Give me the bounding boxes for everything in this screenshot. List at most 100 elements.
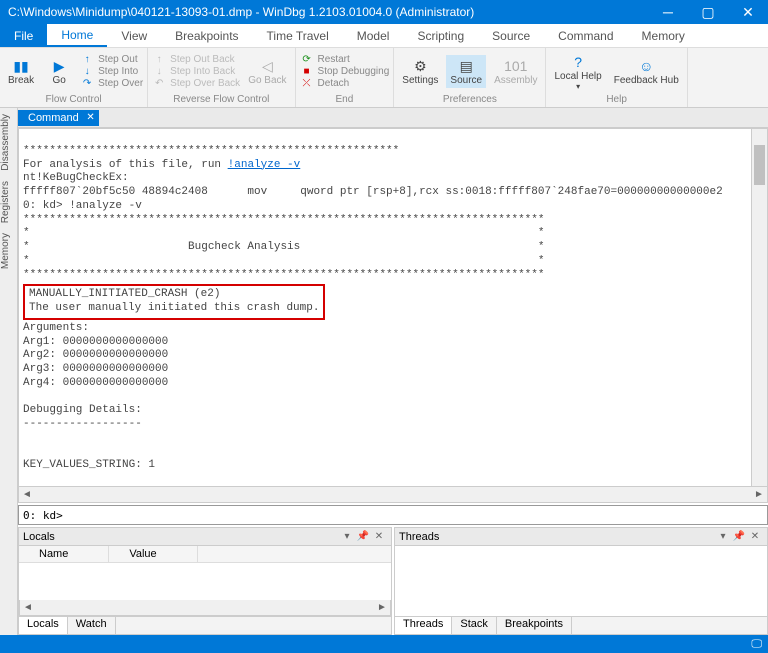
maximize-button[interactable]: ▢	[688, 0, 728, 24]
tab-breakpoints[interactable]: Breakpoints	[497, 617, 572, 634]
ribbon-group-prefs: ⚙Settings ▤Source 101Assembly Preference…	[394, 48, 546, 107]
ribbon-group-help: ?Local Help▾ ☺Feedback Hub Help	[546, 48, 687, 107]
step-over-button[interactable]: ↷Step Over	[80, 78, 143, 89]
panel-dropdown-icon[interactable]: ▾	[715, 531, 731, 542]
menu-file[interactable]: File	[0, 24, 47, 47]
help-icon: ?	[569, 53, 587, 71]
title-bar: C:\Windows\Minidump\040121-13093-01.dmp …	[0, 0, 768, 24]
scrollbar-thumb[interactable]	[754, 145, 765, 185]
sidetab-disassembly[interactable]: Disassembly	[0, 114, 17, 171]
locals-title: Locals	[23, 531, 339, 543]
step-out-back-button[interactable]: ↑Step Out Back	[152, 54, 240, 65]
locals-panel: Locals ▾ 📌 ✕ Name Value ◄► Locals Watch	[18, 527, 392, 635]
panel-close-icon[interactable]: ✕	[747, 531, 763, 542]
ribbon: ▮▮Break ▶Go ↑Step Out ↓Step Into ↷Step O…	[0, 48, 768, 108]
col-value[interactable]: Value	[109, 546, 197, 562]
settings-button[interactable]: ⚙Settings	[398, 55, 442, 88]
go-back-icon: ◁	[258, 57, 276, 75]
command-input[interactable]	[67, 509, 763, 522]
restart-icon: ⟳	[300, 54, 314, 65]
sidetab-registers[interactable]: Registers	[0, 181, 17, 223]
detach-icon: ⤫	[300, 78, 314, 89]
menu-bar: File Home View Breakpoints Time Travel M…	[0, 24, 768, 48]
stop-debugging-button[interactable]: ■Stop Debugging	[300, 66, 390, 77]
crash-highlight: MANUALLY_INITIATED_CRASH (e2) The user m…	[23, 284, 325, 320]
local-help-button[interactable]: ?Local Help▾	[550, 51, 605, 93]
scroll-left-icon[interactable]: ◄	[20, 602, 36, 613]
menu-home[interactable]: Home	[47, 24, 107, 47]
menu-timetravel[interactable]: Time Travel	[253, 24, 343, 47]
assembly-icon: 101	[507, 57, 525, 75]
chevron-down-icon: ▾	[576, 82, 580, 91]
step-into-back-button[interactable]: ↓Step Into Back	[152, 66, 240, 77]
source-icon: ▤	[457, 57, 475, 75]
command-tab[interactable]: Command✕	[18, 110, 99, 126]
step-into-icon: ↓	[80, 66, 94, 77]
restart-button[interactable]: ⟳Restart	[300, 54, 390, 65]
locals-columns: Name Value	[19, 546, 391, 563]
detach-button[interactable]: ⤫Detach	[300, 78, 390, 89]
command-output[interactable]: ****************************************…	[18, 128, 768, 487]
go-button[interactable]: ▶Go	[42, 55, 76, 88]
horizontal-scrollbar[interactable]: ◄ ►	[18, 487, 768, 503]
minimize-button[interactable]: ─	[648, 0, 688, 24]
locals-hscroll[interactable]: ◄►	[19, 600, 391, 616]
menu-model[interactable]: Model	[343, 24, 404, 47]
col-name[interactable]: Name	[19, 546, 109, 562]
step-over-icon: ↷	[80, 78, 94, 89]
main-area: Command✕ *******************************…	[18, 108, 768, 635]
ribbon-group-end: ⟳Restart ■Stop Debugging ⤫Detach End	[296, 48, 395, 107]
command-prompt: 0: kd>	[23, 509, 63, 522]
stop-icon: ■	[300, 66, 314, 77]
ribbon-prefs-label: Preferences	[398, 93, 541, 105]
command-input-row: 0: kd>	[18, 505, 768, 525]
pause-icon: ▮▮	[12, 57, 30, 75]
panel-dropdown-icon[interactable]: ▾	[339, 531, 355, 542]
menu-command[interactable]: Command	[544, 24, 627, 47]
close-button[interactable]: ✕	[728, 0, 768, 24]
assembly-button[interactable]: 101Assembly	[490, 55, 541, 88]
gear-icon: ⚙	[411, 57, 429, 75]
tab-stack[interactable]: Stack	[452, 617, 497, 634]
play-icon: ▶	[50, 57, 68, 75]
pin-icon[interactable]: 📌	[731, 531, 747, 542]
scroll-right-icon[interactable]: ►	[751, 489, 767, 500]
ribbon-help-label: Help	[550, 93, 682, 105]
side-tabs: Disassembly Registers Memory	[0, 108, 18, 635]
scroll-left-icon[interactable]: ◄	[19, 489, 35, 500]
ribbon-flow-label: Flow Control	[4, 93, 143, 105]
tab-locals[interactable]: Locals	[19, 617, 68, 634]
status-monitor-icon[interactable]: 🖵	[751, 638, 762, 651]
panel-close-icon[interactable]: ✕	[371, 531, 387, 542]
menu-view[interactable]: View	[107, 24, 161, 47]
menu-scripting[interactable]: Scripting	[403, 24, 478, 47]
step-out-back-icon: ↑	[152, 54, 166, 65]
step-out-button[interactable]: ↑Step Out	[80, 54, 143, 65]
window-title: C:\Windows\Minidump\040121-13093-01.dmp …	[8, 5, 648, 19]
threads-title: Threads	[399, 531, 715, 543]
ribbon-end-label: End	[300, 93, 390, 105]
source-button[interactable]: ▤Source	[446, 55, 486, 88]
feedback-icon: ☺	[637, 57, 655, 75]
menu-breakpoints[interactable]: Breakpoints	[161, 24, 252, 47]
sidetab-memory[interactable]: Memory	[0, 233, 17, 269]
analyze-link[interactable]: !analyze -v	[228, 159, 301, 171]
menu-memory[interactable]: Memory	[628, 24, 699, 47]
command-panel-tabbar: Command✕	[18, 108, 768, 128]
step-over-back-button[interactable]: ↶Step Over Back	[152, 78, 240, 89]
step-into-button[interactable]: ↓Step Into	[80, 66, 143, 77]
feedback-button[interactable]: ☺Feedback Hub	[610, 55, 683, 88]
pin-icon[interactable]: 📌	[355, 531, 371, 542]
go-back-button[interactable]: ◁Go Back	[244, 55, 290, 88]
vertical-scrollbar[interactable]	[751, 129, 767, 486]
bottom-panels: Locals ▾ 📌 ✕ Name Value ◄► Locals Watch	[18, 527, 768, 635]
status-bar: 🖵	[0, 635, 768, 653]
tab-threads[interactable]: Threads	[395, 617, 452, 634]
close-tab-icon[interactable]: ✕	[86, 112, 94, 123]
step-out-icon: ↑	[80, 54, 94, 65]
break-button[interactable]: ▮▮Break	[4, 55, 38, 88]
step-into-back-icon: ↓	[152, 66, 166, 77]
tab-watch[interactable]: Watch	[68, 617, 116, 634]
menu-source[interactable]: Source	[478, 24, 544, 47]
scroll-right-icon[interactable]: ►	[374, 602, 390, 613]
